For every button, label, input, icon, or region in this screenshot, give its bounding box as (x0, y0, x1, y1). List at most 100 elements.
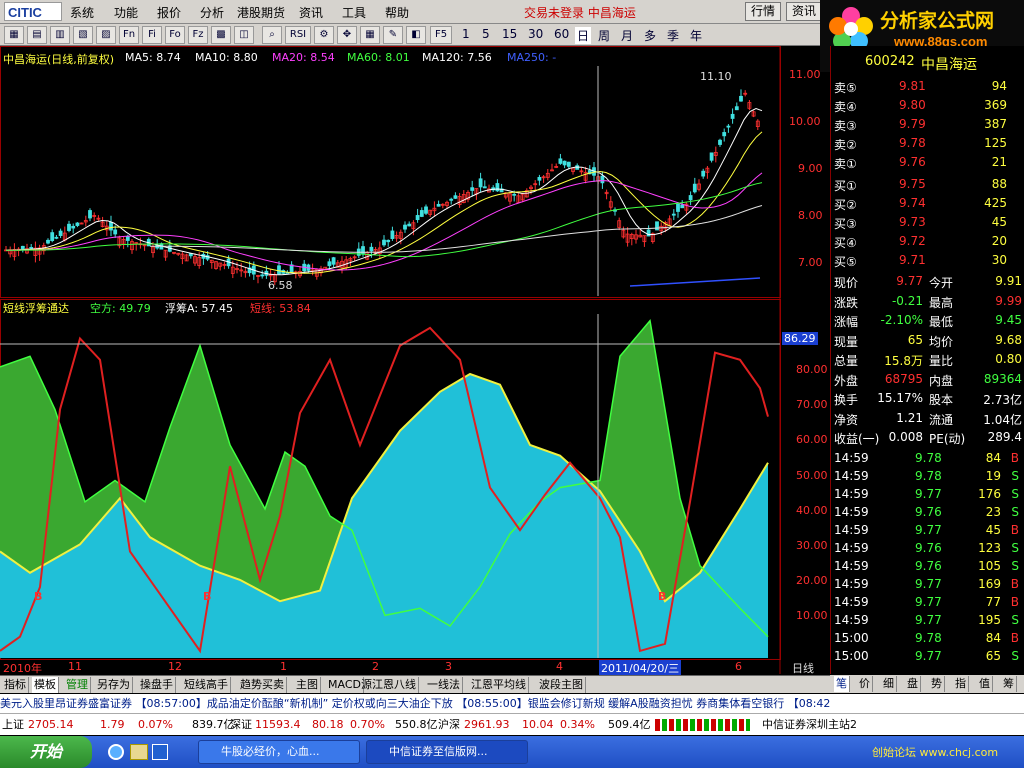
chart-icon[interactable]: ◧ (406, 26, 426, 44)
buy-level[interactable]: 买④ 9.72 20 (831, 232, 1024, 251)
browser-icon[interactable] (108, 744, 124, 760)
period-60min[interactable]: 60 (554, 27, 569, 41)
fz-button[interactable]: Fz (188, 26, 208, 44)
tab-trades[interactable]: 笔 (834, 676, 850, 692)
start-button[interactable]: 开始 (0, 736, 92, 768)
folder-icon[interactable] (130, 744, 148, 760)
tick-row[interactable]: 14:59 9.76 123 S (831, 539, 1024, 558)
taskbar-window[interactable]: 牛股必经价，心血... (198, 740, 360, 764)
tab-trader[interactable]: 操盘手 (138, 677, 176, 693)
chart-icon[interactable]: ◫ (234, 26, 254, 44)
chart-icon[interactable]: ▧ (73, 26, 93, 44)
tab-save-as[interactable]: 另存为 (95, 677, 133, 693)
tab-index[interactable]: 指 (953, 676, 969, 692)
buy-level[interactable]: 买③ 9.73 45 (831, 213, 1024, 232)
tick-row[interactable]: 14:59 9.77 195 S (831, 611, 1024, 630)
stat-row[interactable]: 收益(一) 0.008 PE(动) 289.4 (831, 428, 1024, 447)
chart-icon[interactable]: ▦ (4, 26, 24, 44)
news-ticker[interactable]: 美元入股里昂证券盛富证券 【08:57:00】成品油定价酝酿“新机制” 定价权或… (0, 694, 1024, 713)
fo-button[interactable]: Fo (165, 26, 185, 44)
fn-button[interactable]: Fn (119, 26, 139, 44)
tick-row[interactable]: 15:00 9.77 65 S (831, 647, 1024, 666)
tick-row[interactable]: 14:59 9.78 19 S (831, 467, 1024, 486)
stat-row[interactable]: 现价 9.77 今开 9.91 (831, 272, 1024, 291)
period-5min[interactable]: 5 (482, 27, 490, 41)
stat-row[interactable]: 外盘 68795 内盘 89364 (831, 370, 1024, 389)
stat-row[interactable]: 涨幅 -2.10% 最低 9.45 (831, 311, 1024, 330)
tab-main-chart[interactable]: 主图 (294, 677, 321, 693)
tab-value[interactable]: 值 (977, 676, 993, 692)
tick-row[interactable]: 14:59 9.78 84 B (831, 449, 1024, 468)
f5-button[interactable]: F5 (430, 26, 452, 44)
menu-item-hk-futures[interactable]: 港股期货 (237, 4, 285, 21)
chart-icon[interactable]: ▨ (96, 26, 116, 44)
menu-item-analysis[interactable]: 分析 (200, 4, 224, 21)
tab-wave-main[interactable]: 波段主图 (537, 677, 586, 693)
chart-icon[interactable]: ▤ (27, 26, 47, 44)
rsi-button[interactable]: RSI (285, 26, 311, 44)
period-1min[interactable]: 1 (462, 27, 470, 41)
stat-row[interactable]: 现量 65 均价 9.68 (831, 331, 1024, 350)
grid-icon[interactable]: ▦ (360, 26, 380, 44)
tab-chips[interactable]: 筹 (1001, 676, 1017, 692)
quote-button[interactable]: 行情 (745, 2, 781, 21)
tab-detail[interactable]: 细 (881, 676, 897, 692)
menu-item-news[interactable]: 资讯 (299, 4, 323, 21)
tick-row[interactable]: 14:59 9.76 23 S (831, 503, 1024, 522)
tick-row[interactable]: 14:59 9.77 169 B (831, 575, 1024, 594)
menu-item-quote[interactable]: 报价 (157, 4, 181, 21)
tab-indicator[interactable]: 指标 (2, 677, 29, 693)
chart-canvas[interactable] (0, 46, 830, 674)
period-30min[interactable]: 30 (528, 27, 543, 41)
menu-item-system[interactable]: 系统 (70, 4, 94, 21)
tab-template[interactable]: 模板 (32, 677, 59, 693)
tab-book[interactable]: 盘 (905, 676, 921, 692)
tick-row[interactable]: 14:59 9.77 77 B (831, 593, 1024, 612)
stat-row[interactable]: 净资 1.21 流通 1.04亿 (831, 409, 1024, 428)
chart-icon[interactable]: ▥ (50, 26, 70, 44)
period-week[interactable]: 周 (598, 27, 610, 44)
move-icon[interactable]: ✥ (337, 26, 357, 44)
tick-row[interactable]: 14:59 9.77 45 B (831, 521, 1024, 540)
tab-gann-eight[interactable]: 源江恩八线 (359, 677, 419, 693)
period-multi[interactable]: 多 (644, 27, 656, 44)
sell-level[interactable]: 卖③ 9.79 387 (831, 115, 1024, 134)
stat-row[interactable]: 涨跌 -0.21 最高 9.99 (831, 292, 1024, 311)
pen-icon[interactable]: ✎ (383, 26, 403, 44)
stat-row[interactable]: 总量 15.8万 量比 0.80 (831, 350, 1024, 369)
tab-one-line[interactable]: 一线法 (425, 677, 463, 693)
desktop-icon[interactable] (152, 744, 168, 760)
period-15min[interactable]: 15 (502, 27, 517, 41)
tick-row[interactable]: 15:00 9.78 84 B (831, 629, 1024, 648)
tick-row[interactable]: 14:59 9.77 176 S (831, 485, 1024, 504)
period-day[interactable]: 日 (575, 27, 592, 44)
fi-button[interactable]: Fi (142, 26, 162, 44)
stat-row[interactable]: 换手 15.17% 股本 2.73亿 (831, 389, 1024, 408)
buy-level[interactable]: 买⑤ 9.71 30 (831, 251, 1024, 270)
sell-level[interactable]: 卖⑤ 9.81 94 (831, 77, 1024, 96)
buy-level[interactable]: 买② 9.74 425 (831, 194, 1024, 213)
sell-level[interactable]: 卖④ 9.80 369 (831, 96, 1024, 115)
tab-trend-trade[interactable]: 趋势买卖 (238, 677, 287, 693)
search-icon[interactable]: ⌕ (262, 26, 282, 44)
tab-manage[interactable]: 管理 (64, 677, 91, 693)
sell-level[interactable]: 卖② 9.78 125 (831, 134, 1024, 153)
menu-item-tools[interactable]: 工具 (342, 4, 366, 21)
news-button[interactable]: 资讯 (786, 2, 822, 21)
tick-row[interactable]: 14:59 9.76 105 S (831, 557, 1024, 576)
chart-icon[interactable]: ▩ (211, 26, 231, 44)
period-year[interactable]: 年 (690, 27, 702, 44)
gear-icon[interactable]: ⚙ (314, 26, 334, 44)
sell-level[interactable]: 卖① 9.76 21 (831, 153, 1024, 172)
tab-trend[interactable]: 势 (929, 676, 945, 692)
buy-level[interactable]: 买① 9.75 88 (831, 175, 1024, 194)
tab-short-expert[interactable]: 短线高手 (182, 677, 231, 693)
tab-gann-average[interactable]: 江恩平均线 (469, 677, 529, 693)
menu-item-function[interactable]: 功能 (114, 4, 138, 21)
chart-area[interactable]: 中昌海运(日线,前复权) MA5: 8.74 MA10: 8.80 MA20: … (0, 46, 830, 676)
period-month[interactable]: 月 (621, 27, 633, 44)
tab-price[interactable]: 价 (857, 676, 873, 692)
menu-item-help[interactable]: 帮助 (385, 4, 409, 21)
taskbar-window[interactable]: 中信证券至信版网... (366, 740, 528, 764)
period-quarter[interactable]: 季 (667, 27, 679, 44)
